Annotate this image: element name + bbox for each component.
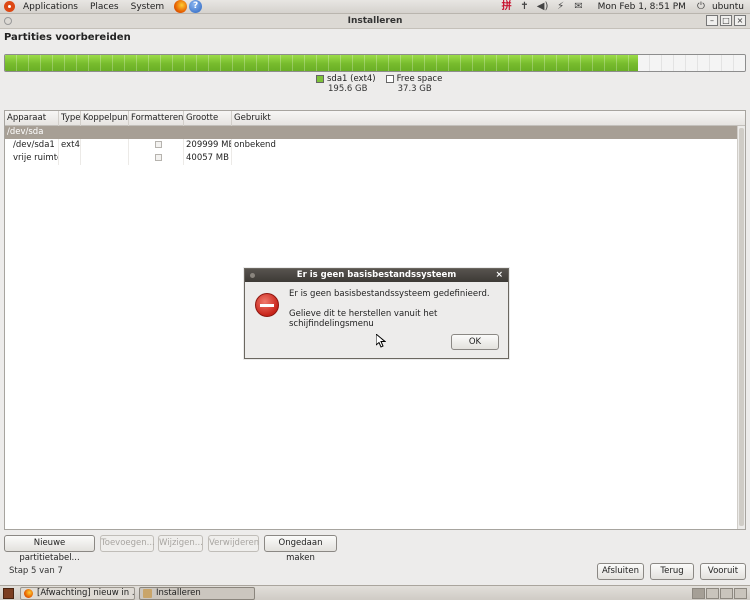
column-header-used[interactable]: Gebruikt [232, 111, 745, 126]
workspace-switcher [691, 588, 747, 599]
add-partition-button[interactable]: Toevoegen... [100, 535, 155, 552]
column-header-mount[interactable]: Koppelpunt [81, 111, 129, 126]
cell-device: vrije ruimte [5, 152, 59, 165]
applications-menu[interactable]: Applications [17, 0, 84, 14]
main-menu: Applications Places System ? [0, 0, 203, 14]
installer-icon [143, 589, 152, 598]
cell-mount [81, 152, 129, 165]
keyboard-layout-icon[interactable]: 拼 [500, 1, 514, 13]
dialog-message: Er is geen basisbestandssysteem gedefini… [289, 289, 490, 299]
new-partition-table-button[interactable]: Nieuwe partitietabel... [4, 535, 95, 563]
table-header: Apparaat Type Koppelpunt Formatteren? Gr… [5, 111, 745, 126]
table-row[interactable]: vrije ruimte 40057 MB [5, 152, 745, 165]
volume-icon[interactable]: ◀) [536, 1, 550, 13]
dialog-menu-icon[interactable] [250, 273, 255, 278]
cell-format [129, 139, 184, 152]
change-partition-button[interactable]: Wijzigen... [158, 535, 203, 552]
table-scrollbar[interactable] [737, 126, 745, 529]
cell-type: ext4 [61, 139, 81, 152]
quit-button[interactable]: Afsluiten [597, 563, 644, 580]
cell-type [59, 152, 81, 165]
bottom-panel: [Afwachting] nieuw in ... Installeren [0, 585, 750, 600]
help-icon[interactable]: ? [189, 0, 203, 13]
legend-label: sda1 (ext4) [327, 74, 376, 84]
legend-swatch [385, 75, 394, 83]
firefox-icon[interactable] [174, 0, 188, 13]
taskbar-item-installer[interactable]: Installeren [139, 587, 255, 600]
top-panel: Applications Places System ? 拼 ✝ ◀) ⚡ ✉ … [0, 0, 750, 14]
back-button[interactable]: Terug [650, 563, 694, 580]
accessibility-icon[interactable]: ✝ [518, 1, 532, 13]
column-header-size[interactable]: Grootte [184, 111, 232, 126]
partition-legend: sda1 (ext4) 195.6 GB Free space 37.3 GB [316, 74, 452, 94]
mouse-cursor-icon [376, 334, 386, 348]
system-menu[interactable]: System [125, 0, 171, 14]
legend-label: Free space [396, 74, 443, 84]
cell-mount [81, 139, 129, 152]
window-title: Installeren [347, 16, 403, 26]
page-title: Partities voorbereiden [4, 32, 131, 43]
window-controls: – □ × [704, 15, 746, 26]
dialog-ok-button[interactable]: OK [451, 334, 499, 350]
dialog-title: Er is geen basisbestandssysteem [296, 270, 457, 280]
user-menu[interactable]: ubuntu [710, 0, 750, 14]
taskbar-item-firefox[interactable]: [Afwachting] nieuw in ... [20, 587, 135, 600]
column-header-device[interactable]: Apparaat [5, 111, 59, 126]
ubuntu-logo-icon[interactable] [4, 1, 15, 12]
partition-segment-free [637, 55, 745, 71]
scrollbar-thumb[interactable] [739, 128, 744, 526]
show-desktop-icon[interactable] [3, 588, 14, 599]
partition-bar [4, 54, 746, 72]
undo-button[interactable]: Ongedaan maken [264, 535, 337, 563]
places-menu[interactable]: Places [84, 0, 125, 14]
workspace-1[interactable] [692, 588, 705, 599]
dialog-titlebar[interactable]: Er is geen basisbestandssysteem × [245, 269, 508, 282]
close-button[interactable]: × [734, 15, 746, 26]
format-checkbox[interactable] [155, 141, 162, 148]
legend-item-sda1: sda1 (ext4) 195.6 GB [316, 74, 376, 94]
workspace-2[interactable] [706, 588, 719, 599]
delete-partition-button[interactable]: Verwijderen [208, 535, 259, 552]
system-tray: 拼 ✝ ◀) ⚡ ✉ Mon Feb 1, 8:51 PM ⏻ ubuntu [498, 0, 750, 14]
column-header-type[interactable]: Type [59, 111, 81, 126]
legend-size: 195.6 GB [328, 84, 368, 94]
maximize-button[interactable]: □ [720, 15, 732, 26]
cell-device: /dev/sda1 [5, 139, 59, 152]
clock[interactable]: Mon Feb 1, 8:51 PM [588, 0, 692, 14]
network-icon[interactable]: ⚡ [554, 1, 568, 13]
workspace-3[interactable] [720, 588, 733, 599]
dialog-close-icon[interactable]: × [495, 269, 503, 282]
dialog-detail: Gelieve dit te herstellen vanuit het sch… [289, 309, 438, 329]
power-icon[interactable]: ⏻ [694, 1, 708, 13]
format-checkbox[interactable] [155, 154, 162, 161]
window-titlebar[interactable]: Installeren – □ × [0, 14, 750, 29]
column-header-format[interactable]: Formatteren? [129, 111, 184, 126]
step-indicator: Stap 5 van 7 [9, 566, 63, 576]
cell-size: 40057 MB [184, 152, 232, 165]
table-row[interactable]: /dev/sda1 ext4 209999 MB onbekend [5, 139, 745, 152]
taskbar-item-label: Installeren [156, 588, 201, 598]
mail-icon[interactable]: ✉ [572, 1, 586, 13]
group-device: /dev/sda [7, 127, 44, 137]
legend-size: 37.3 GB [397, 84, 432, 94]
partition-segment-sda1 [5, 55, 638, 71]
forward-button[interactable]: Vooruit [700, 563, 746, 580]
cell-size: 209999 MB [186, 139, 232, 152]
legend-item-free: Free space 37.3 GB [385, 74, 443, 94]
cell-format [129, 152, 184, 165]
table-group-row[interactable]: /dev/sda [5, 126, 745, 139]
taskbar-item-label: [Afwachting] nieuw in ... [37, 588, 135, 598]
cell-used: onbekend [234, 140, 276, 150]
workspace-4[interactable] [734, 588, 747, 599]
cell-used [232, 152, 745, 165]
legend-swatch [316, 75, 324, 83]
firefox-icon [24, 589, 33, 598]
error-stop-icon [255, 293, 279, 317]
minimize-button[interactable]: – [706, 15, 718, 26]
